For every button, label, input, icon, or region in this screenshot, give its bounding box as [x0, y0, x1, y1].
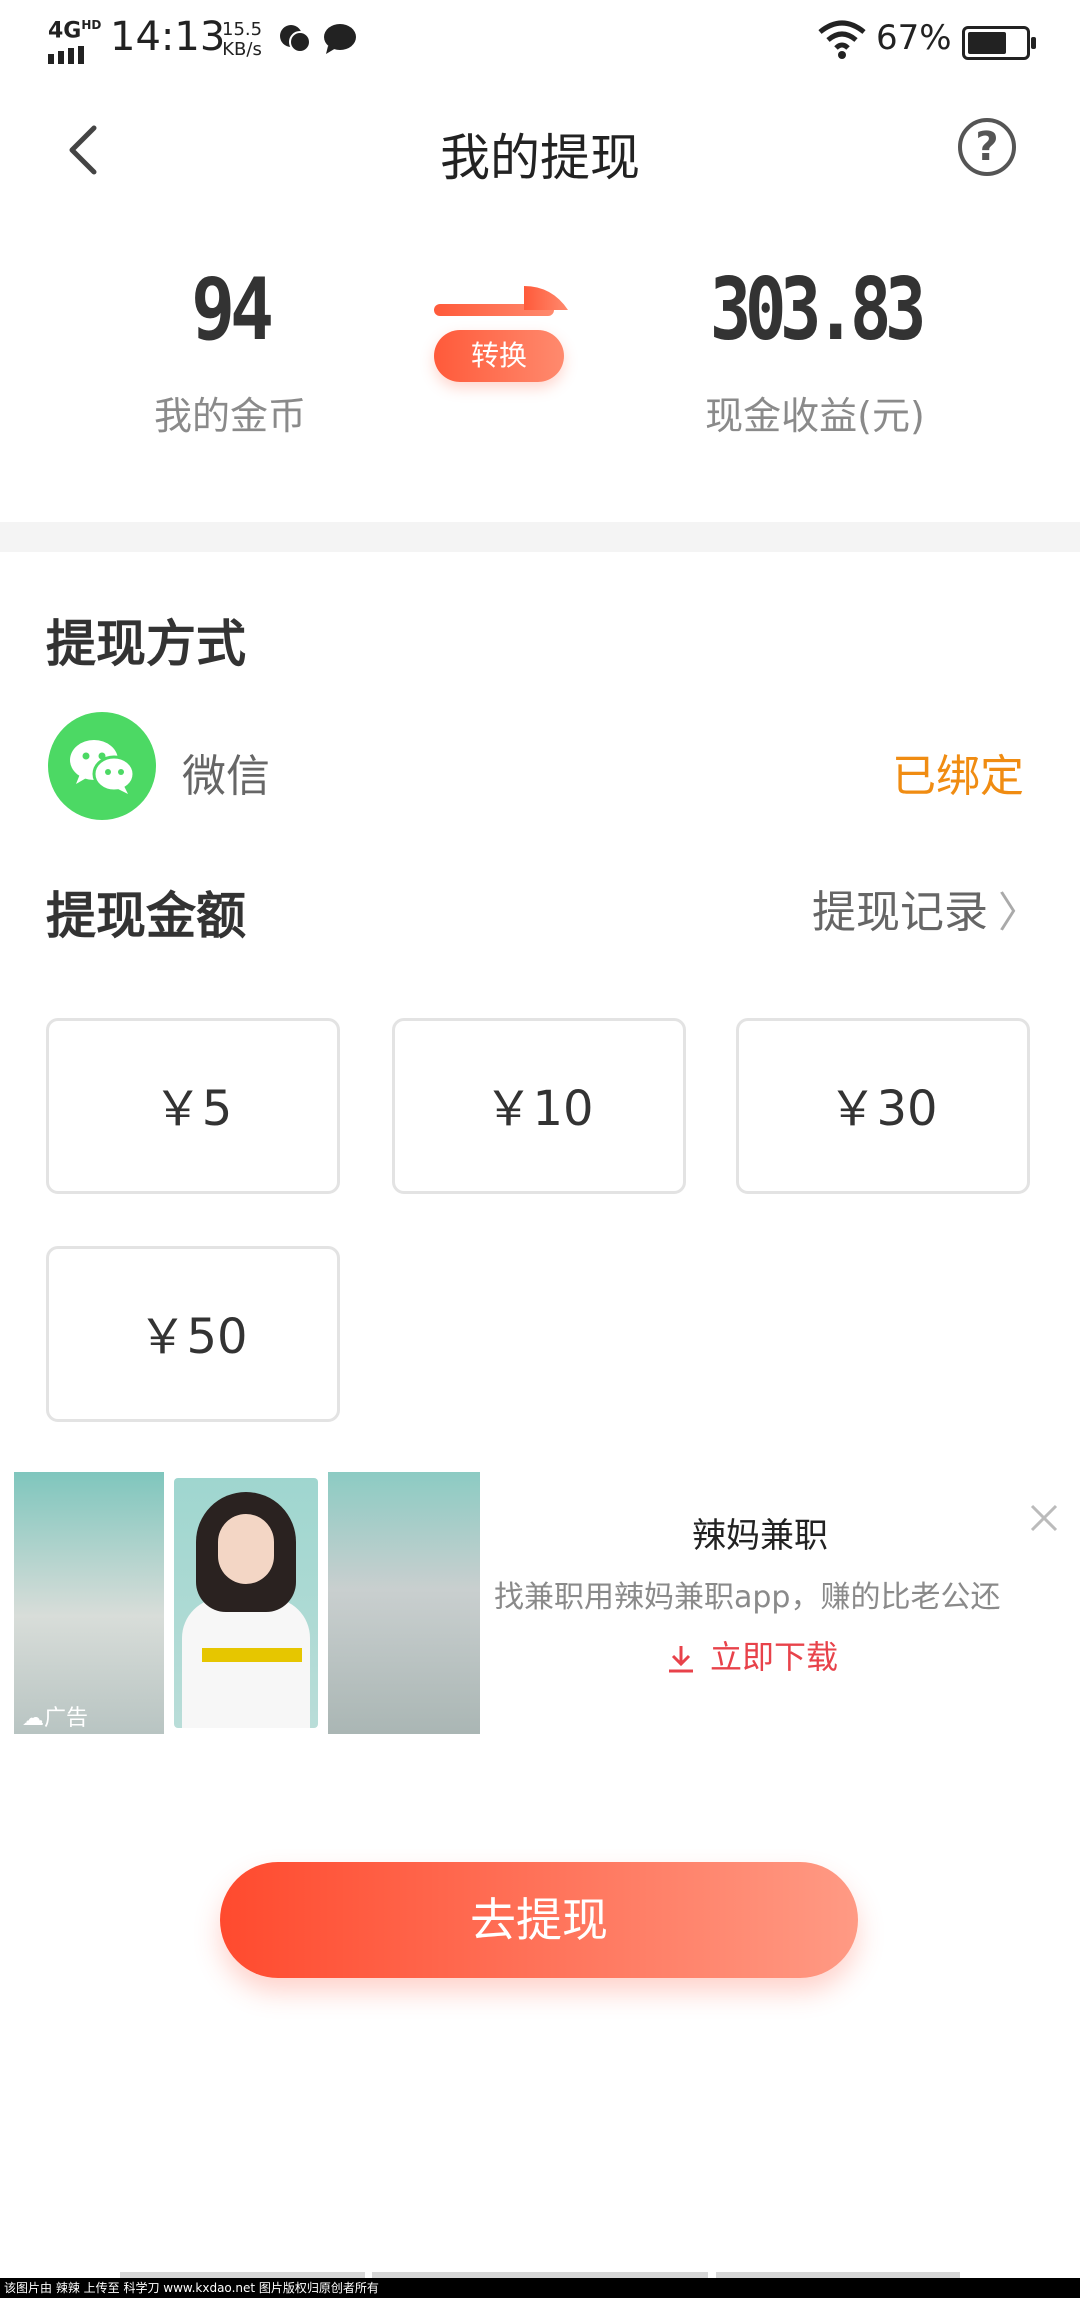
wifi-icon: [818, 20, 866, 64]
ad-title: 辣妈兼职: [692, 1516, 828, 1556]
speed-unit: KB/s: [222, 39, 262, 60]
ad-download-button[interactable]: 立即下载: [666, 1632, 838, 1678]
battery-percent: 67%: [876, 18, 952, 58]
network-indicator: 4GHD: [48, 18, 101, 70]
cash-value: 303.83: [709, 260, 927, 360]
coins-value: 94: [191, 260, 274, 360]
amount-option-10[interactable]: ￥10: [392, 1018, 686, 1194]
network-type: 4G: [48, 18, 82, 44]
network-speed: 15.5 KB/s: [222, 20, 262, 60]
battery-icon: [962, 26, 1036, 60]
speed-value: 15.5: [222, 19, 263, 40]
amount-option-5[interactable]: ￥5: [46, 1018, 340, 1194]
coins-label: 我的金币: [153, 394, 306, 438]
network-hd: HD: [81, 18, 102, 32]
amount-option-50[interactable]: ￥50: [46, 1246, 340, 1422]
method-name: 微信: [182, 751, 270, 802]
question-icon: ?: [975, 124, 999, 170]
wechat-method-row[interactable]: 微信 已绑定: [0, 712, 1080, 822]
balance-summary: 94 我的金币 转换 303.83 现金收益(元): [0, 260, 1080, 460]
ad-image[interactable]: ☁广告: [14, 1472, 480, 1734]
bound-status: 已绑定: [892, 751, 1024, 802]
header: 我的提现 ?: [0, 100, 1080, 200]
download-icon: [669, 1646, 693, 1673]
convert-arrow-icon: [434, 286, 568, 316]
wechat-notification-icon: [278, 22, 312, 60]
signal-icon: [48, 45, 101, 70]
chevron-right-icon: 〉: [997, 888, 1040, 937]
amount-option-30[interactable]: ￥30: [736, 1018, 1030, 1194]
status-bar: 4GHD 14:13 15.5 KB/s 67%: [0, 0, 1080, 84]
cash-label: 现金收益(元): [705, 394, 925, 438]
wechat-icon: [48, 712, 156, 820]
records-label: 提现记录: [811, 887, 988, 938]
withdraw-records-link[interactable]: 提现记录〉: [812, 876, 1040, 940]
help-button[interactable]: ?: [958, 118, 1016, 176]
method-section-title: 提现方式: [46, 615, 246, 673]
ad-tag: ☁广告: [22, 1706, 89, 1731]
convert-label: 转换: [434, 330, 564, 382]
ad-banner[interactable]: ☁广告 辣妈兼职 找兼职用辣妈兼职app，赚的比老公还 立即下载: [14, 1472, 1066, 1734]
ad-description: 找兼职用辣妈兼职app，赚的比老公还: [494, 1580, 1001, 1615]
amount-section-title: 提现金额: [46, 887, 246, 945]
section-divider: [0, 522, 1080, 552]
watermark: 该图片由 辣辣 上传至 科学刀 www.kxdao.net 图片版权归原创者所有: [0, 2278, 1080, 2298]
withdraw-button[interactable]: 去提现: [220, 1862, 858, 1978]
page-title: 我的提现: [440, 129, 640, 187]
clock: 14:13: [110, 14, 226, 60]
message-notification-icon: [322, 22, 358, 60]
close-icon[interactable]: [1026, 1500, 1062, 1536]
convert-button[interactable]: 转换: [430, 280, 570, 382]
